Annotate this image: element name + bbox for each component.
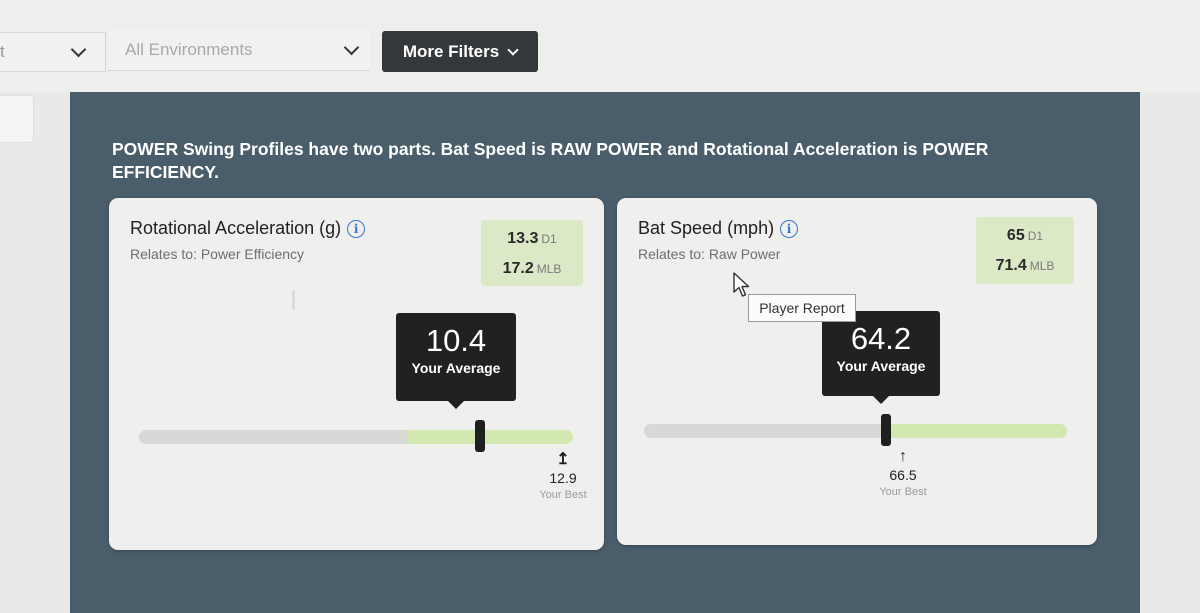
best-value: 12.9 — [549, 470, 577, 486]
best-label: Your Best — [539, 489, 587, 501]
slider-target-range — [887, 424, 1067, 438]
player-report-tooltip: Player Report — [748, 294, 856, 322]
average-tooltip: 64.2 Your Average — [822, 311, 940, 404]
partial-filter-text: t — [0, 42, 5, 61]
chevron-down-icon — [507, 43, 519, 56]
chevron-down-icon — [70, 41, 87, 58]
more-filters-button[interactable]: More Filters — [382, 31, 538, 72]
slider-track — [644, 424, 887, 438]
rotational-acceleration-card: Rotational Acceleration (g) i Relates to… — [109, 198, 604, 550]
best-value: 66.5 — [889, 467, 917, 483]
benchmark-tag: D1 — [1027, 229, 1044, 243]
screen-glare — [292, 290, 295, 310]
more-filters-label: More Filters — [402, 41, 500, 61]
benchmark-box: 65 D1 71.4 MLB — [976, 217, 1074, 284]
average-slider-handle[interactable] — [881, 414, 891, 446]
best-marker: ↥ 12.9 Your Best — [528, 451, 598, 502]
slider-track — [139, 430, 407, 444]
benchmark-value: 71.4 — [995, 257, 1027, 274]
benchmark-box: 13.3 D1 17.2 MLB — [481, 220, 583, 286]
slider-target-range — [407, 430, 573, 444]
average-value: 10.4 — [425, 323, 487, 358]
best-label: Your Best — [879, 486, 927, 498]
benchmark-d1: 65 D1 — [976, 221, 1074, 251]
info-circle-icon[interactable]: i — [780, 219, 799, 238]
card-subtitle: Relates to: Power Efficiency — [130, 246, 305, 262]
benchmark-mlb: 71.4 MLB — [976, 251, 1074, 281]
card-title: Bat Speed (mph) i — [638, 218, 799, 239]
card-subtitle: Relates to: Raw Power — [638, 246, 781, 262]
benchmark-value: 17.2 — [502, 260, 534, 277]
chevron-down-icon — [343, 39, 360, 56]
card-title-text: Rotational Acceleration (g) — [130, 218, 342, 238]
filter-bar: t All Environments More Filters — [0, 0, 1200, 92]
mouse-pointer-icon — [733, 272, 750, 297]
environment-select[interactable]: All Environments — [108, 30, 370, 71]
best-marker: ↑ 66.5 Your Best — [868, 448, 938, 499]
arrow-up-icon: ↥ — [556, 451, 570, 468]
bat-speed-card: Bat Speed (mph) i Relates to: Raw Power … — [617, 198, 1097, 545]
benchmark-value: 13.3 — [507, 230, 539, 247]
average-label: Your Average — [411, 360, 501, 376]
benchmark-value: 65 — [1006, 227, 1025, 244]
power-swing-panel: POWER Swing Profiles have two parts. Bat… — [70, 92, 1140, 613]
environment-select-value: All Environments — [125, 40, 253, 59]
benchmark-d1: 13.3 D1 — [481, 224, 583, 254]
panel-intro-text: POWER Swing Profiles have two parts. Bat… — [112, 139, 989, 182]
benchmark-tag: MLB — [1029, 259, 1055, 273]
card-title-text: Bat Speed (mph) — [638, 218, 775, 238]
card-title: Rotational Acceleration (g) i — [130, 218, 366, 239]
average-slider-handle[interactable] — [475, 420, 485, 452]
benchmark-tag: D1 — [541, 232, 557, 246]
average-label: Your Average — [836, 358, 926, 374]
info-circle-icon[interactable]: i — [347, 219, 366, 238]
benchmark-mlb: 17.2 MLB — [481, 254, 583, 284]
average-tooltip: 10.4 Your Average — [396, 313, 516, 409]
side-card-edge — [0, 95, 34, 143]
arrow-up-icon: ↑ — [899, 448, 907, 465]
partial-filter-select[interactable]: t — [0, 32, 106, 72]
benchmark-tag: MLB — [536, 262, 562, 276]
